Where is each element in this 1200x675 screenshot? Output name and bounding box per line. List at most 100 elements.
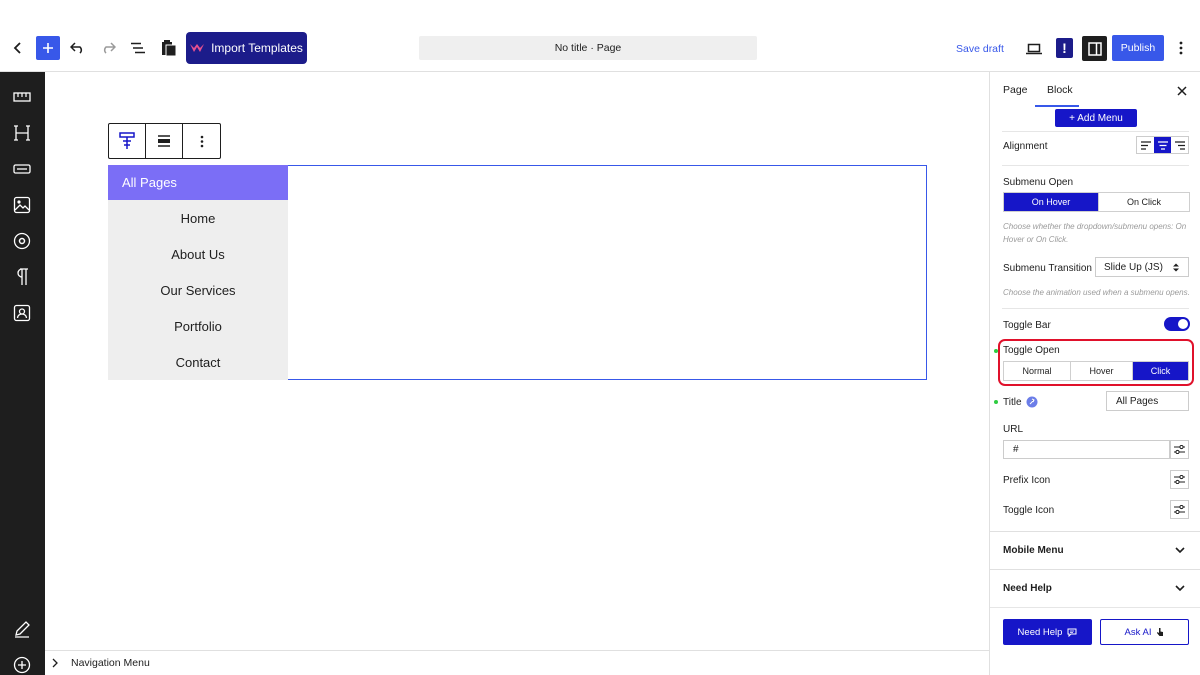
exclamation-icon: !: [1062, 40, 1067, 56]
toggle-open-hover-button[interactable]: Hover: [1071, 362, 1133, 380]
toggle-open-normal-button[interactable]: Normal: [1004, 362, 1071, 380]
submenu-transition-label: Submenu Transition: [1003, 263, 1092, 274]
title-input-value: All Pages: [1116, 395, 1159, 407]
submenu-open-help: Choose whether the dropdown/submenu open…: [1003, 222, 1187, 244]
navigation-block-icon: [119, 132, 135, 149]
nav-item-contact[interactable]: Contact: [108, 344, 288, 380]
device-preview-button[interactable]: [1022, 37, 1046, 61]
publish-button[interactable]: Publish: [1112, 35, 1164, 61]
divider: [1002, 131, 1189, 132]
title-field-label: Title: [1003, 396, 1038, 408]
prefix-icon-label: Prefix Icon: [1003, 475, 1051, 486]
undo-icon: [70, 42, 83, 54]
prefix-icon-options-button[interactable]: [1170, 470, 1189, 489]
close-panel-button[interactable]: [1174, 83, 1190, 99]
active-tab-indicator: [1035, 105, 1079, 107]
nav-menu-title[interactable]: All Pages: [108, 165, 288, 200]
block-options-button[interactable]: [183, 124, 220, 158]
settings-panel-button[interactable]: [1082, 36, 1107, 61]
align-center-button[interactable]: [1154, 137, 1171, 153]
templates-logo-icon: [190, 44, 205, 52]
document-overview-button[interactable]: [126, 36, 150, 60]
toggle-bar-switch[interactable]: [1164, 317, 1190, 331]
toggle-open-control: Normal Hover Click: [1003, 361, 1189, 381]
nav-item-about-us[interactable]: About Us: [108, 236, 288, 272]
nav-item-portfolio[interactable]: Portfolio: [108, 308, 288, 344]
url-input-value: #: [1013, 444, 1019, 455]
more-options-button[interactable]: [1170, 36, 1192, 60]
need-help-title: Need Help: [1003, 583, 1052, 594]
document-title-bar[interactable]: No title · Page: [419, 36, 757, 60]
submenu-open-control: On Hover On Click: [1003, 192, 1190, 212]
align-left-icon: [1140, 140, 1151, 150]
list-view-icon: [131, 42, 145, 54]
import-templates-button[interactable]: Import Templates: [186, 32, 307, 64]
title-label-text: Title: [1003, 396, 1022, 408]
redo-icon: [103, 42, 116, 54]
toggle-open-click-button[interactable]: Click: [1133, 362, 1188, 380]
add-circle-icon[interactable]: [10, 653, 34, 675]
redo-button[interactable]: [96, 36, 120, 60]
toggle-icon-label: Toggle Icon: [1003, 505, 1055, 516]
add-menu-button[interactable]: + Add Menu: [1055, 109, 1137, 127]
ruler-icon[interactable]: [10, 85, 34, 109]
pencil-edit-icon[interactable]: [10, 617, 34, 641]
dynamic-content-icon[interactable]: [1026, 396, 1038, 408]
block-sidebar: [0, 72, 45, 675]
nav-item-our-services[interactable]: Our Services: [108, 272, 288, 308]
save-draft-button[interactable]: Save draft: [956, 40, 1004, 58]
url-options-button[interactable]: [1170, 440, 1189, 459]
toggle-icon-options-button[interactable]: [1170, 500, 1189, 519]
need-help-section[interactable]: Need Help: [990, 569, 1200, 607]
modified-indicator-dot: [994, 349, 998, 353]
sliders-icon: [1174, 445, 1185, 454]
block-type-button[interactable]: [109, 124, 146, 158]
submenu-transition-select[interactable]: Slide Up (JS): [1095, 257, 1189, 277]
notice-button[interactable]: !: [1056, 38, 1073, 58]
tab-page[interactable]: Page: [1003, 84, 1028, 96]
align-icon: [158, 135, 170, 147]
ask-ai-button-label: Ask AI: [1124, 626, 1152, 638]
heading-icon[interactable]: [10, 121, 34, 145]
back-button[interactable]: [6, 36, 30, 60]
add-block-button[interactable]: [36, 36, 60, 60]
need-help-button-label: Need Help: [1017, 626, 1063, 638]
submenu-on-click-button[interactable]: On Click: [1099, 193, 1189, 211]
mobile-menu-section[interactable]: Mobile Menu: [990, 531, 1200, 569]
sliders-icon: [1174, 505, 1185, 514]
select-arrows-icon: [1172, 263, 1179, 271]
sliders-icon: [1174, 475, 1185, 484]
toggle-open-label: Toggle Open: [1003, 345, 1060, 356]
laptop-icon: [1026, 43, 1042, 55]
clipboard-icon: [162, 40, 177, 57]
submenu-open-label: Submenu Open: [1003, 177, 1074, 188]
clipboard-button[interactable]: [157, 36, 181, 60]
alignment-label: Alignment: [1003, 141, 1048, 152]
align-left-button[interactable]: [1137, 137, 1154, 153]
breadcrumb-item[interactable]: Navigation Menu: [71, 657, 150, 669]
plus-icon: [43, 43, 53, 53]
paragraph-icon[interactable]: [10, 265, 34, 289]
image-icon[interactable]: [10, 193, 34, 217]
url-input[interactable]: #: [1003, 440, 1170, 459]
align-right-button[interactable]: [1171, 137, 1188, 153]
url-label: URL: [1003, 424, 1024, 435]
navigation-menu: All Pages Home About Us Our Services Por…: [108, 165, 288, 380]
title-input[interactable]: All Pages: [1106, 391, 1189, 411]
submenu-on-hover-button[interactable]: On Hover: [1004, 193, 1099, 211]
ask-ai-button[interactable]: Ask AI: [1100, 619, 1189, 645]
document-title: No title · Page: [554, 42, 622, 54]
contact-card-icon[interactable]: [10, 301, 34, 325]
toggle-knob: [1178, 319, 1188, 329]
sidebar-toggle-icon: [1087, 41, 1102, 56]
divider: [1002, 308, 1189, 309]
nav-item-home[interactable]: Home: [108, 200, 288, 236]
button-block-icon[interactable]: [10, 157, 34, 181]
more-vertical-icon: [1179, 41, 1183, 55]
need-help-button[interactable]: Need Help: [1003, 619, 1092, 645]
chevron-left-icon: [13, 42, 21, 54]
undo-button[interactable]: [66, 36, 90, 60]
align-block-button[interactable]: [146, 124, 183, 158]
target-icon[interactable]: [10, 229, 34, 253]
tab-block[interactable]: Block: [1047, 84, 1073, 96]
